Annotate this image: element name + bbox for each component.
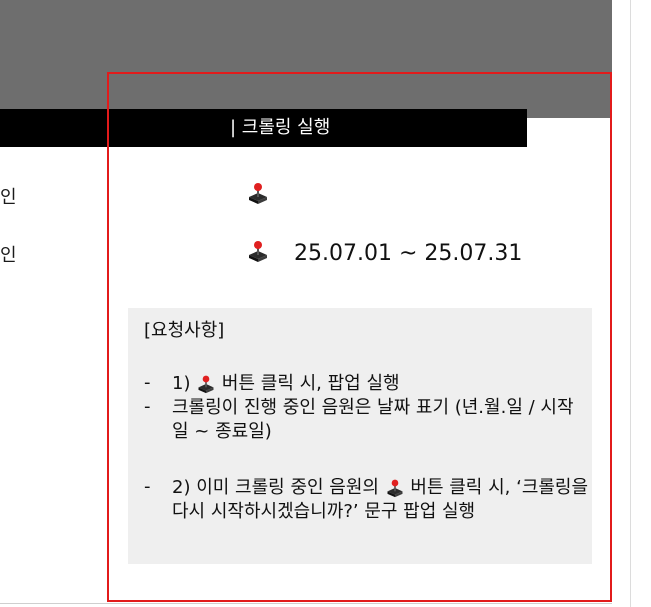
joystick-icon <box>387 479 403 498</box>
joystick-icon <box>198 375 214 394</box>
crawl-button[interactable] <box>247 181 269 205</box>
crawl-date-range: 25.07.01 ~ 25.07.31 <box>294 241 523 266</box>
note-text: 크롤링이 진행 중인 음원은 날짜 표기 (년.월.일 / 시작일 ~ 종료일) <box>172 397 574 442</box>
note-title: [요청사항] <box>144 320 225 341</box>
section-header-title: | 크롤링 실행 <box>230 117 331 138</box>
scrollbar-track[interactable] <box>630 0 651 607</box>
note-text: 2) 이미 크롤링 중인 음원의 버튼 클릭 시, ‘크롤링을 다시 시작하시겠… <box>172 477 589 522</box>
note-bullet: - <box>144 396 151 417</box>
modal-backdrop <box>0 0 612 118</box>
row-status-label: 인 <box>0 187 17 208</box>
note-text: 1) 버튼 클릭 시, 팝업 실행 <box>172 373 400 394</box>
requirements-note: [요청사항] - 1) 버튼 클릭 시, 팝업 실행 - 크롤링이 진행 중인 … <box>128 308 592 564</box>
note-bullet: - <box>144 476 151 497</box>
note-bullet: - <box>144 372 151 393</box>
divider <box>0 603 612 604</box>
joystick-icon <box>249 241 267 262</box>
row-status-label: 인 <box>0 245 17 266</box>
crawl-button[interactable] <box>247 239 269 263</box>
joystick-icon <box>249 183 267 204</box>
